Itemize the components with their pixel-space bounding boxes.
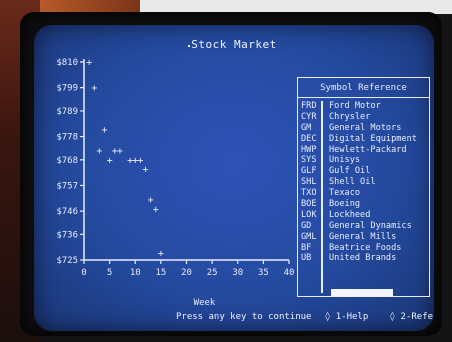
continue-prompt: Press any key to continue xyxy=(176,312,312,322)
reference-symbol: SHL xyxy=(301,177,317,188)
reference-company: Shell Oil xyxy=(329,177,376,188)
footer-bar: Press any key to continue ◊ 1-Help ◊ 2-R… xyxy=(176,312,434,322)
reference-symbol: GLF xyxy=(301,166,317,177)
reference-company: Gulf Oil xyxy=(329,166,371,177)
reference-row: HWP Hewlett-Packard xyxy=(298,145,429,156)
x-axis-label: Week xyxy=(194,298,216,308)
y-tick-label: $799 xyxy=(56,84,78,94)
reference-symbol: UB xyxy=(301,253,312,264)
reference-company: Texaco xyxy=(329,188,361,199)
crt-screen: Stock Market $810 $799 $789 $778 $768 $757 $74… xyxy=(34,25,434,331)
y-tick-label: $768 xyxy=(56,156,78,166)
help-key[interactable]: ◊ 1-Help xyxy=(325,312,376,322)
reference-symbol: TXO xyxy=(301,188,317,199)
reference-row: BF Beatrice Foods xyxy=(298,243,429,254)
reference-symbol: BF xyxy=(301,242,312,253)
x-tick-label: 20 xyxy=(181,268,192,278)
reference-row: GD General Dynamics xyxy=(298,221,429,232)
reference-row: SYS Unisys xyxy=(298,155,429,166)
reference-row: UB United Brands xyxy=(298,253,429,264)
y-tick-label: $736 xyxy=(56,230,78,240)
data-point: + xyxy=(101,125,107,136)
reference-company: Hewlett-Packard xyxy=(329,144,407,155)
reference-row: CYR Chrysler xyxy=(298,112,429,123)
reference-symbol: DEC xyxy=(301,133,317,144)
symbol-reference-title: Symbol Reference xyxy=(298,78,429,98)
reference-company: Ford Motor xyxy=(329,101,381,111)
help-key-label: 1-Help xyxy=(335,312,369,322)
y-tick-label: $789 xyxy=(56,107,78,117)
data-point: + xyxy=(91,83,97,94)
reference-symbol: LOK xyxy=(301,209,317,220)
data-point: + xyxy=(153,204,159,215)
reference-company: General Motors xyxy=(329,122,402,133)
reference-company: Boeing xyxy=(329,199,361,210)
data-point: + xyxy=(117,146,123,157)
data-point: + xyxy=(107,155,113,166)
reference-company: United Brands xyxy=(329,253,397,264)
symbol-reference-list: FRD Ford Motor CYR Chrysler GM General Motors… xyxy=(298,101,429,293)
data-point: + xyxy=(86,58,92,69)
x-tick-label: 40 xyxy=(284,268,295,278)
reference-symbol: GM xyxy=(301,122,312,133)
symbol-reference-panel: Symbol Reference FRD Ford Motor CYR Chrysle… xyxy=(297,77,430,297)
reference-company: Lockheed xyxy=(329,209,371,220)
reference-row: GM General Motors xyxy=(298,123,429,134)
x-tick-label: 0 xyxy=(81,268,86,278)
x-tick-label: 15 xyxy=(155,268,166,278)
data-point: + xyxy=(142,165,148,176)
reference-company: Chrysler xyxy=(329,111,371,122)
reference-symbol: SYS xyxy=(301,155,317,166)
data-point: + xyxy=(158,249,164,260)
reference-key-label: 2-Reference xyxy=(400,312,434,322)
reference-selection-bar[interactable] xyxy=(331,289,393,297)
reference-company: Unisys xyxy=(329,155,361,166)
reference-key[interactable]: ◊ 2-Reference xyxy=(390,312,434,322)
reference-company: General Mills xyxy=(329,231,397,242)
y-tick-label: $725 xyxy=(56,256,78,266)
y-tick-label: $757 xyxy=(56,181,78,191)
reference-symbol: HWP xyxy=(301,144,317,155)
x-tick-label: 10 xyxy=(130,268,141,278)
x-tick-label: 5 xyxy=(107,268,112,278)
reference-row: GML General Mills xyxy=(298,232,429,243)
reference-row: BOE Boeing xyxy=(298,199,429,210)
reference-row: LOK Lockheed xyxy=(298,210,429,221)
reference-symbol: CYR xyxy=(301,111,317,122)
reference-symbol: GML xyxy=(301,231,317,242)
reference-company: Digital Equipment xyxy=(329,133,417,144)
y-tick-label: $810 xyxy=(56,58,78,68)
data-point: + xyxy=(96,146,102,157)
reference-symbol: FRD xyxy=(301,101,317,111)
x-tick-label: 25 xyxy=(207,268,218,278)
x-tick-label: 30 xyxy=(232,268,243,278)
reference-row: GLF Gulf Oil xyxy=(298,166,429,177)
x-tick-label: 35 xyxy=(258,268,269,278)
column-divider xyxy=(321,101,323,293)
reference-symbol: BOE xyxy=(301,199,317,210)
reference-row: SHL Shell Oil xyxy=(298,177,429,188)
reference-row: DEC Digital Equipment xyxy=(298,134,429,145)
y-tick-label: $746 xyxy=(56,207,78,217)
reference-row: FRD Ford Motor xyxy=(298,101,429,112)
reference-company: Beatrice Foods xyxy=(329,242,402,253)
reference-row: TXO Texaco xyxy=(298,188,429,199)
reference-company: General Dynamics xyxy=(329,220,412,231)
reference-symbol: GD xyxy=(301,220,312,231)
y-tick-label: $778 xyxy=(56,133,78,143)
